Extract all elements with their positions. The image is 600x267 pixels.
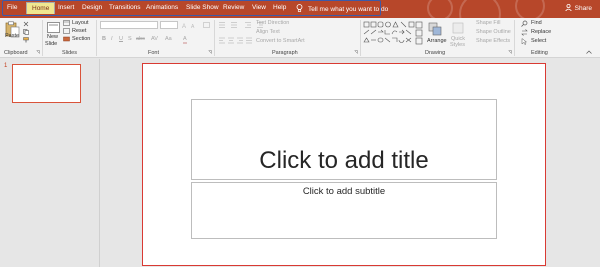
subtitle-placeholder[interactable]: Click to add subtitle bbox=[191, 182, 497, 239]
layout-button[interactable]: Layout bbox=[72, 20, 89, 26]
svg-text:A: A bbox=[182, 24, 186, 28]
share-button[interactable]: Share bbox=[564, 4, 592, 12]
reset-button[interactable]: Reset bbox=[72, 28, 86, 34]
drawing-group-label: Drawing bbox=[425, 50, 446, 56]
find-icon bbox=[521, 20, 528, 27]
quick-styles-icon[interactable] bbox=[452, 22, 464, 34]
bold-button[interactable]: B bbox=[102, 36, 106, 42]
copy-icon[interactable] bbox=[23, 29, 29, 35]
align-text-button[interactable]: Align Text bbox=[256, 29, 280, 35]
group-separator bbox=[96, 20, 97, 56]
format-painter-icon[interactable] bbox=[23, 37, 29, 43]
font-group-label: Font bbox=[148, 50, 160, 56]
home-ribbon: Paste Clipboard New Slide Layout Reset S… bbox=[0, 18, 600, 58]
change-case-button[interactable]: Aa bbox=[165, 36, 172, 42]
title-placeholder[interactable]: Click to add title bbox=[191, 99, 497, 180]
section-icon bbox=[63, 36, 70, 42]
find-button[interactable]: Find bbox=[531, 20, 542, 26]
svg-text:A: A bbox=[191, 24, 195, 28]
increase-font-size-icon[interactable]: A bbox=[182, 22, 190, 28]
select-icon bbox=[521, 38, 528, 45]
slide-thumbnails-pane: 1 bbox=[0, 59, 100, 267]
shadow-button[interactable]: S bbox=[128, 36, 132, 42]
shape-fill-button[interactable]: Shape Fill bbox=[476, 20, 500, 26]
text-direction-button[interactable]: Text Direction bbox=[256, 20, 289, 26]
slide-thumbnail[interactable] bbox=[12, 64, 81, 103]
new-slide-icon[interactable] bbox=[47, 22, 60, 33]
new-slide-label-line2[interactable]: Slide bbox=[45, 41, 57, 47]
slides-group-label: Slides bbox=[62, 50, 77, 56]
share-label: Share bbox=[574, 5, 592, 12]
replace-icon bbox=[521, 29, 528, 36]
slide-number: 1 bbox=[4, 63, 8, 69]
group-separator bbox=[360, 20, 361, 56]
shapes-gallery[interactable] bbox=[363, 21, 425, 47]
replace-button[interactable]: Replace bbox=[531, 29, 551, 35]
slide-canvas[interactable]: Click to add title Click to add subtitle bbox=[142, 63, 546, 266]
clipboard-launcher-icon[interactable] bbox=[36, 50, 40, 54]
group-separator bbox=[214, 20, 215, 56]
layout-icon bbox=[63, 20, 70, 26]
character-spacing-button[interactable]: AV bbox=[151, 36, 158, 42]
cut-icon[interactable] bbox=[23, 21, 29, 27]
clipboard-group-label: Clipboard bbox=[4, 50, 28, 56]
font-color-button[interactable]: A bbox=[183, 36, 187, 44]
new-slide-label-line1[interactable]: New bbox=[47, 34, 58, 40]
font-size-dropdown[interactable] bbox=[160, 21, 178, 29]
font-name-dropdown[interactable] bbox=[100, 21, 158, 29]
reset-icon bbox=[63, 28, 70, 34]
strikethrough-button[interactable]: abc bbox=[136, 36, 145, 42]
underline-button[interactable]: U bbox=[119, 36, 123, 42]
arrange-icon[interactable] bbox=[428, 22, 442, 36]
shape-outline-button[interactable]: Shape Outline bbox=[476, 29, 511, 35]
section-button[interactable]: Section bbox=[72, 36, 90, 42]
collapse-ribbon-icon[interactable] bbox=[586, 50, 592, 54]
italic-button[interactable]: I bbox=[111, 36, 113, 42]
editing-group-label: Editing bbox=[531, 50, 548, 56]
paragraph-launcher-icon[interactable] bbox=[354, 50, 358, 54]
clear-formatting-icon[interactable] bbox=[203, 22, 210, 28]
paragraph-group-label: Paragraph bbox=[272, 50, 298, 56]
drawing-launcher-icon[interactable] bbox=[508, 50, 512, 54]
ribbon-tab-bar: File Home Insert Design Transitions Anim… bbox=[0, 0, 600, 35]
title-placeholder-text: Click to add title bbox=[259, 147, 429, 174]
arrange-label[interactable]: Arrange bbox=[427, 38, 447, 44]
decrease-font-size-icon[interactable]: A bbox=[191, 22, 199, 28]
alignment-icons[interactable] bbox=[218, 37, 254, 44]
tabs-highlight-frame bbox=[2, 0, 381, 16]
font-launcher-icon[interactable] bbox=[208, 50, 212, 54]
person-icon bbox=[564, 4, 572, 11]
paste-label[interactable]: Paste bbox=[5, 33, 19, 39]
group-separator bbox=[42, 20, 43, 56]
powerpoint-window: File Home Insert Design Transitions Anim… bbox=[0, 0, 600, 267]
quick-styles-label-2[interactable]: Styles bbox=[450, 42, 465, 48]
shape-effects-button[interactable]: Shape Effects bbox=[476, 38, 510, 44]
select-button[interactable]: Select bbox=[531, 38, 546, 44]
group-separator bbox=[514, 20, 515, 56]
convert-to-smartart-button[interactable]: Convert to SmartArt bbox=[256, 38, 305, 44]
subtitle-placeholder-text: Click to add subtitle bbox=[302, 186, 386, 197]
